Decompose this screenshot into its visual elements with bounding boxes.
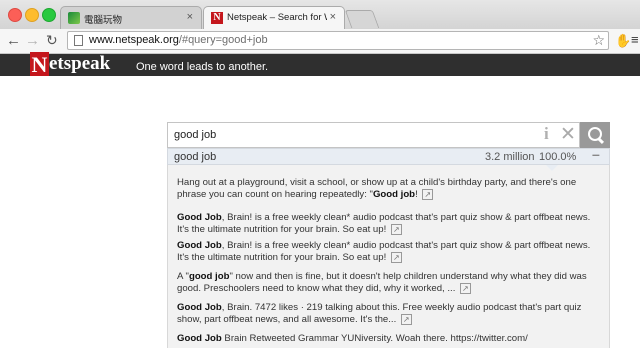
forward-arrow-icon[interactable]: → <box>25 32 40 49</box>
snippet-item: Good Job, Brain. 7472 likes · 219 talkin… <box>177 302 597 327</box>
result-percent: 100.0% <box>539 151 577 163</box>
bookmark-star-icon[interactable]: ☆ <box>592 32 605 49</box>
logo-initial: N <box>30 52 49 77</box>
snippet-highlight: good job <box>188 271 230 282</box>
snippet-text: Brain Retweeted Grammar YUNiversity. Woa… <box>221 333 528 344</box>
search-button[interactable] <box>580 122 610 148</box>
external-link-icon[interactable]: ↗ <box>460 283 471 295</box>
snippet-highlight: Good Job <box>177 333 222 344</box>
browser-menu-icon[interactable]: ≡ <box>631 32 639 47</box>
search-query-text: good job <box>174 129 217 141</box>
snippet-item: Good Job, Brain! is a free weekly clean*… <box>177 240 597 265</box>
snippet-text: ! <box>415 189 421 201</box>
snippet-text: , Brain! is a free weekly clean* audio p… <box>177 240 591 264</box>
new-tab-button[interactable] <box>344 10 380 28</box>
result-count: 3.2 million <box>485 151 535 163</box>
example-snippets-panel: Hang out at a playground, visit a school… <box>167 165 610 348</box>
snippet-item: Hang out at a playground, visit a school… <box>177 177 597 202</box>
snippet-text: , Brain. 7472 likes · 219 talking about … <box>177 302 582 326</box>
close-tab-icon[interactable]: × <box>330 11 336 23</box>
url-text[interactable]: www.netspeak.org/#query=good+job <box>89 34 268 46</box>
snippet-highlight: Good Job <box>177 212 222 223</box>
snippet-item: Good Job Brain Retweeted Grammar YUNiver… <box>177 333 597 345</box>
search-icon-handle <box>596 136 605 145</box>
address-bar[interactable]: www.netspeak.org/#query=good+job ☆ <box>67 31 609 50</box>
url-host: www.netspeak.org <box>89 34 179 46</box>
tab-netspeak[interactable]: N Netspeak – Search for Wor × <box>203 6 345 30</box>
netspeak-header: N etspeak One word leads to another. <box>0 52 640 77</box>
external-link-icon[interactable]: ↗ <box>422 189 434 201</box>
maximize-window-button[interactable] <box>42 8 56 22</box>
tab-diannao-wanwu[interactable]: 電腦玩物 × <box>60 6 202 29</box>
reload-icon[interactable]: ↻ <box>46 32 58 49</box>
logo-text: etspeak <box>49 53 111 74</box>
snippet-highlight: Good Job <box>177 302 222 313</box>
search-input[interactable]: good job i ✕ <box>167 122 580 148</box>
snippet-text: " now and then is fine, but it doesn't h… <box>177 271 587 295</box>
external-link-icon[interactable]: ↗ <box>390 252 402 264</box>
external-link-icon[interactable]: ↗ <box>400 314 412 326</box>
collapse-icon[interactable]: – <box>592 146 600 162</box>
result-row[interactable]: good job 3.2 million 100.0% – <box>167 146 610 165</box>
tab-strip: 電腦玩物 × N Netspeak – Search for Wor × <box>0 0 640 30</box>
snippet-text: A " <box>177 271 189 282</box>
clear-icon[interactable]: ✕ <box>560 123 576 146</box>
back-arrow-icon[interactable]: ← <box>6 32 21 49</box>
result-phrase: good job <box>174 151 217 163</box>
tab-title: Netspeak – Search for Wor <box>227 12 327 23</box>
info-icon[interactable]: i <box>544 124 549 144</box>
snippet-highlight: Good job <box>372 189 416 201</box>
close-window-button[interactable] <box>8 8 22 22</box>
url-path: /#query=good+job <box>178 34 268 46</box>
extension-hand-icon[interactable]: ✋ <box>615 33 631 49</box>
snippet-highlight: Good Job <box>177 240 222 251</box>
external-link-icon[interactable]: ↗ <box>390 224 402 236</box>
tab-title: 電腦玩物 <box>84 15 123 26</box>
page-icon <box>74 35 83 46</box>
minimize-window-button[interactable] <box>25 8 39 22</box>
close-tab-icon[interactable]: × <box>187 11 193 23</box>
pointer-notch <box>545 165 559 171</box>
snippet-text: , Brain! is a free weekly clean* audio p… <box>177 212 591 236</box>
snippet-item: Good Job, Brain! is a free weekly clean*… <box>177 212 597 237</box>
netspeak-favicon-icon: N <box>211 12 223 24</box>
site-favicon-icon <box>68 12 80 24</box>
tagline: One word leads to another. <box>136 61 269 73</box>
browser-toolbar: ← → ↻ www.netspeak.org/#query=good+job ☆… <box>0 29 640 54</box>
snippet-item: A "good job" now and then is fine, but i… <box>177 271 597 296</box>
